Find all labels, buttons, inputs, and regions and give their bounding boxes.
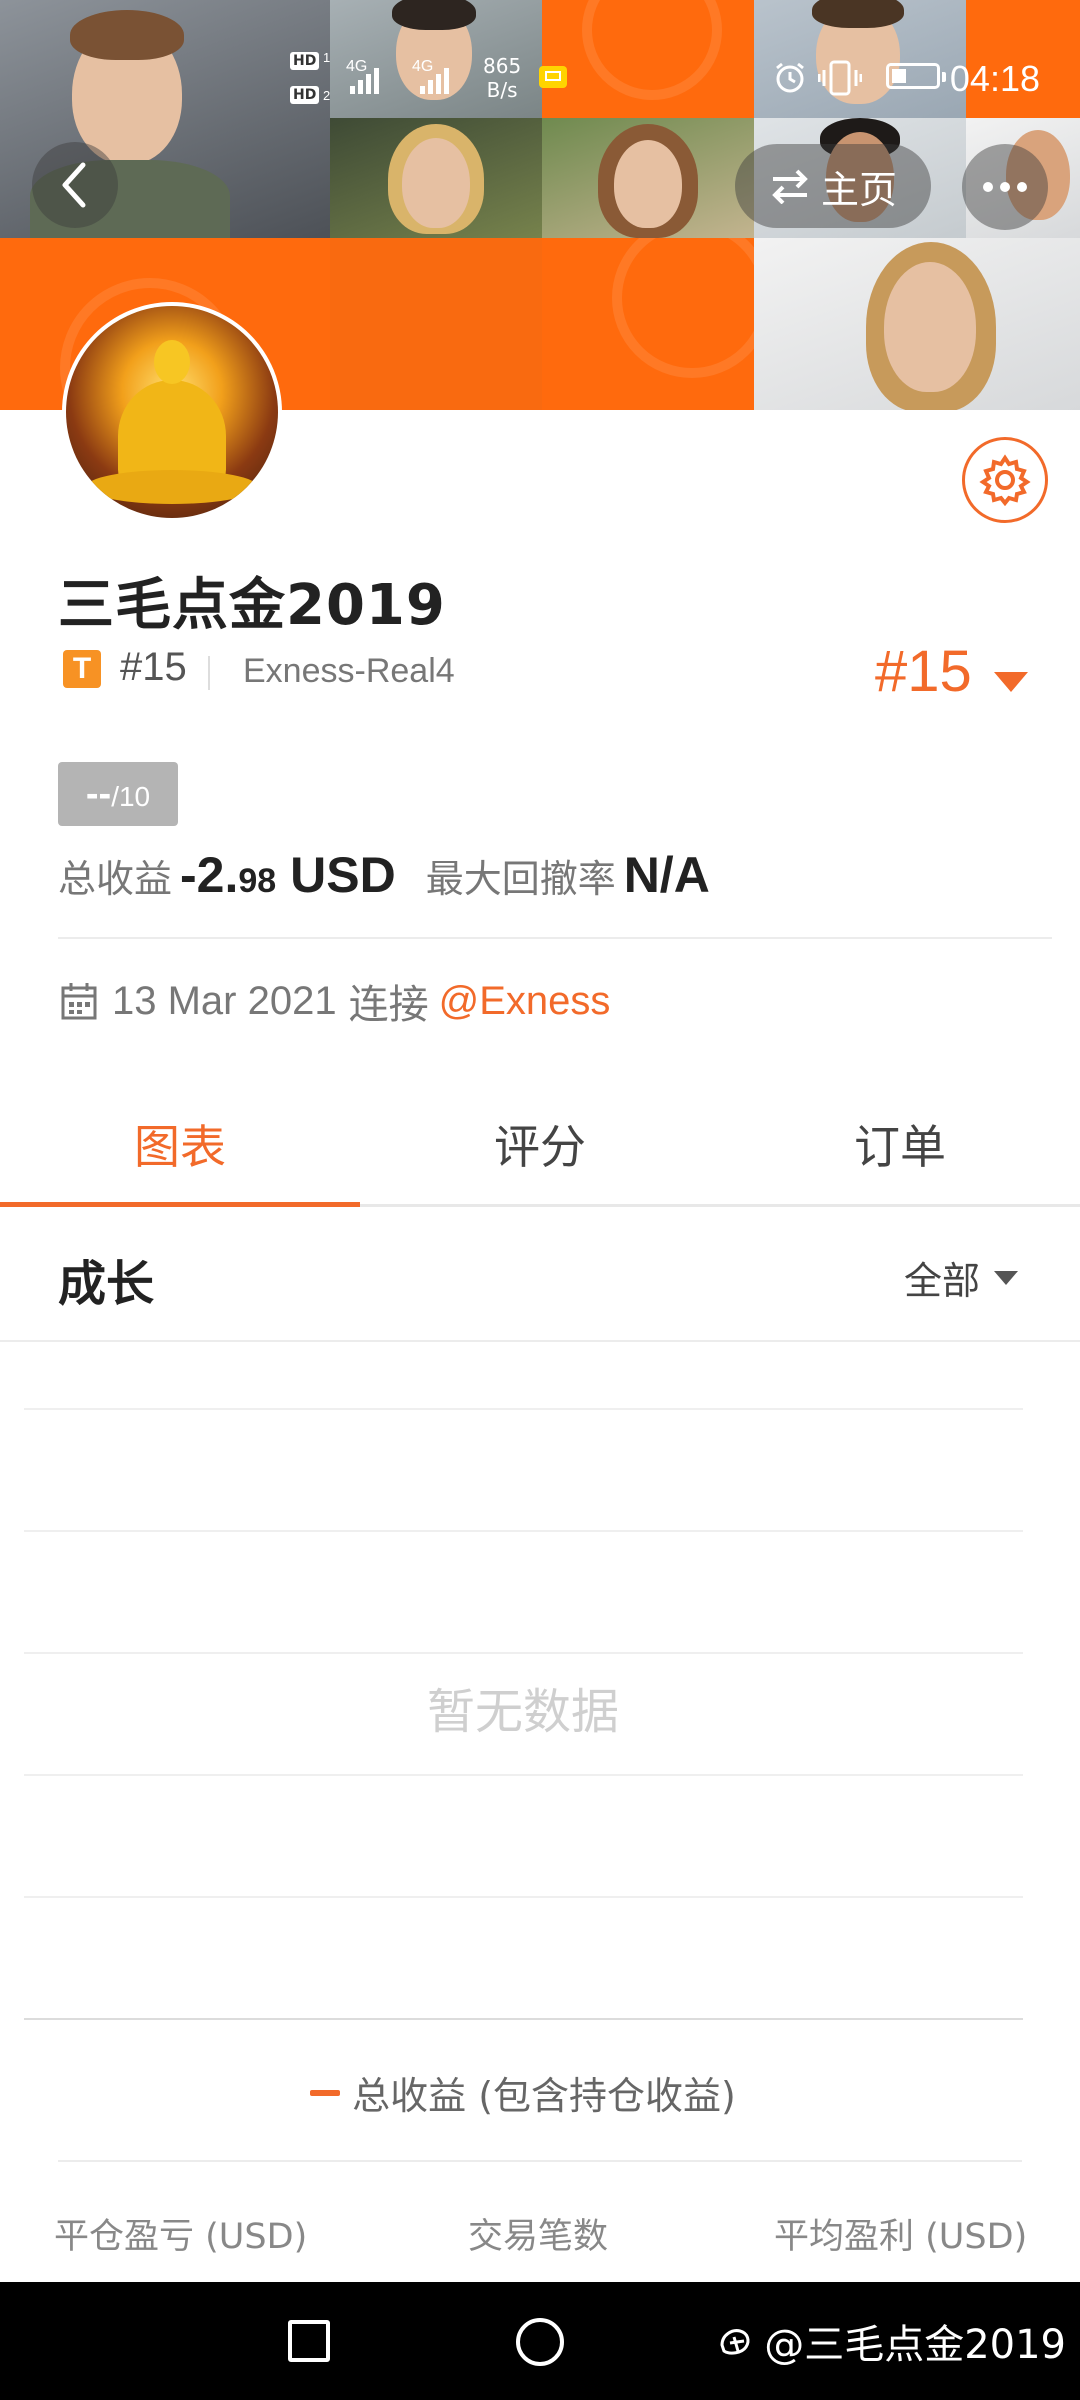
tab-rating[interactable]: 评分 [360,1084,720,1204]
more-dots-icon [983,182,993,192]
nav-circle-icon[interactable] [516,2318,564,2366]
chart-baseline [24,2018,1023,2020]
watermark: @三毛点金2019 [716,2312,1066,2370]
back-arrow-icon [62,162,86,208]
separator [208,656,210,690]
signal-icon [350,64,379,94]
chart-empty-message: 暂无数据 [426,1684,619,1740]
more-button[interactable] [962,144,1048,230]
sim1-label: 1 [323,50,331,65]
calendar-icon [61,983,97,1020]
settings-button[interactable] [962,437,1048,523]
swap-arrows-icon [772,169,808,204]
chart-legend: 总收益 (包含持仓收益) [0,2065,1046,2120]
chart-gridline [24,1774,1023,1776]
speed-unit: B/s [486,78,518,102]
battery-icon [886,63,946,89]
tab-bar: 图表 评分 订单 [0,1084,1080,1207]
message-notification-icon [539,66,567,88]
more-dot [1017,182,1027,192]
connect-date: 13 Mar 2021 [112,978,337,1023]
avatar[interactable] [62,302,282,522]
legend-label: 总收益 (包含持仓收益) [352,2074,736,2118]
home-button-label: 主页 [820,167,897,212]
total-return-currency: USD [290,847,396,903]
back-button[interactable] [32,142,118,228]
connection-info: 13 Mar 2021 连接 @Exness [60,972,610,1030]
nav-square-icon[interactable] [288,2320,330,2362]
hd-icon: HD [290,86,320,104]
sim2-label: 2 [323,88,331,103]
weibo-logo-icon [720,2329,750,2355]
period-filter[interactable]: 全部 [904,1250,1019,1305]
banner-pattern-tile [542,238,754,410]
divider [0,1340,1080,1342]
signal-icon [420,64,449,94]
max-drawdown-label: 最大回撤率 [425,857,616,901]
total-return-decimal: 98 [238,862,277,900]
chart-gridline [24,1408,1023,1410]
connect-label: 连接 [348,982,429,1028]
account-server: Exness-Real4 [243,652,455,690]
speed-value: 865 [483,54,522,78]
more-dot [1000,182,1010,192]
col-trade-count: 交易笔数 [468,2217,609,2257]
summary-stats: 总收益 -2.98 USD 最大回撤率 N/A [58,846,710,904]
score-value: -- [85,772,112,815]
period-filter-label: 全部 [904,1259,981,1303]
tier-badge: T [63,650,101,688]
divider [58,2160,1022,2162]
dropdown-caret-icon[interactable] [994,672,1028,692]
tab-orders[interactable]: 订单 [720,1084,1080,1204]
watermark-text: @三毛点金2019 [764,2322,1066,2368]
dropdown-caret-icon [994,1270,1019,1285]
status-bar: HD 1 HD 2 4G 4G 865 B/s 04:18 [0,0,1080,150]
broker-link[interactable]: @Exness [439,979,611,1024]
col-closed-pnl: 平仓盈亏 (USD) [54,2217,308,2257]
total-return-label: 总收益 [58,857,173,901]
vibrate-icon [818,60,862,96]
gear-icon [979,454,1031,506]
section-title-growth: 成长 [58,1256,155,1312]
total-return-main: -2. [180,847,239,903]
score-max: /10 [111,781,151,812]
col-avg-profit: 平均盈利 (USD) [774,2217,1028,2257]
max-drawdown-value: N/A [623,847,710,903]
alarm-icon [776,62,804,93]
home-button[interactable]: 主页 [735,144,931,228]
divider [58,937,1052,939]
total-return-value: -2.98 USD [180,846,396,904]
banner-photo [754,238,1080,410]
legend-swatch [310,2089,341,2096]
score-badge: -- /10 [58,762,178,826]
chart-gridline [24,1896,1023,1898]
buddha-avatar-image [66,306,278,518]
banner-pattern-tile [330,238,542,410]
hd-icon: HD [290,52,320,70]
network-speed: 865 B/s [483,54,521,102]
rank-small: #15 [120,645,187,689]
chart-gridline [24,1652,1023,1654]
tab-chart[interactable]: 图表 [0,1084,360,1207]
trader-name: 三毛点金2019 [58,573,446,638]
status-time: 04:18 [949,58,1040,99]
rank-selector[interactable]: #15 [875,638,972,705]
chart-gridline [24,1530,1023,1532]
